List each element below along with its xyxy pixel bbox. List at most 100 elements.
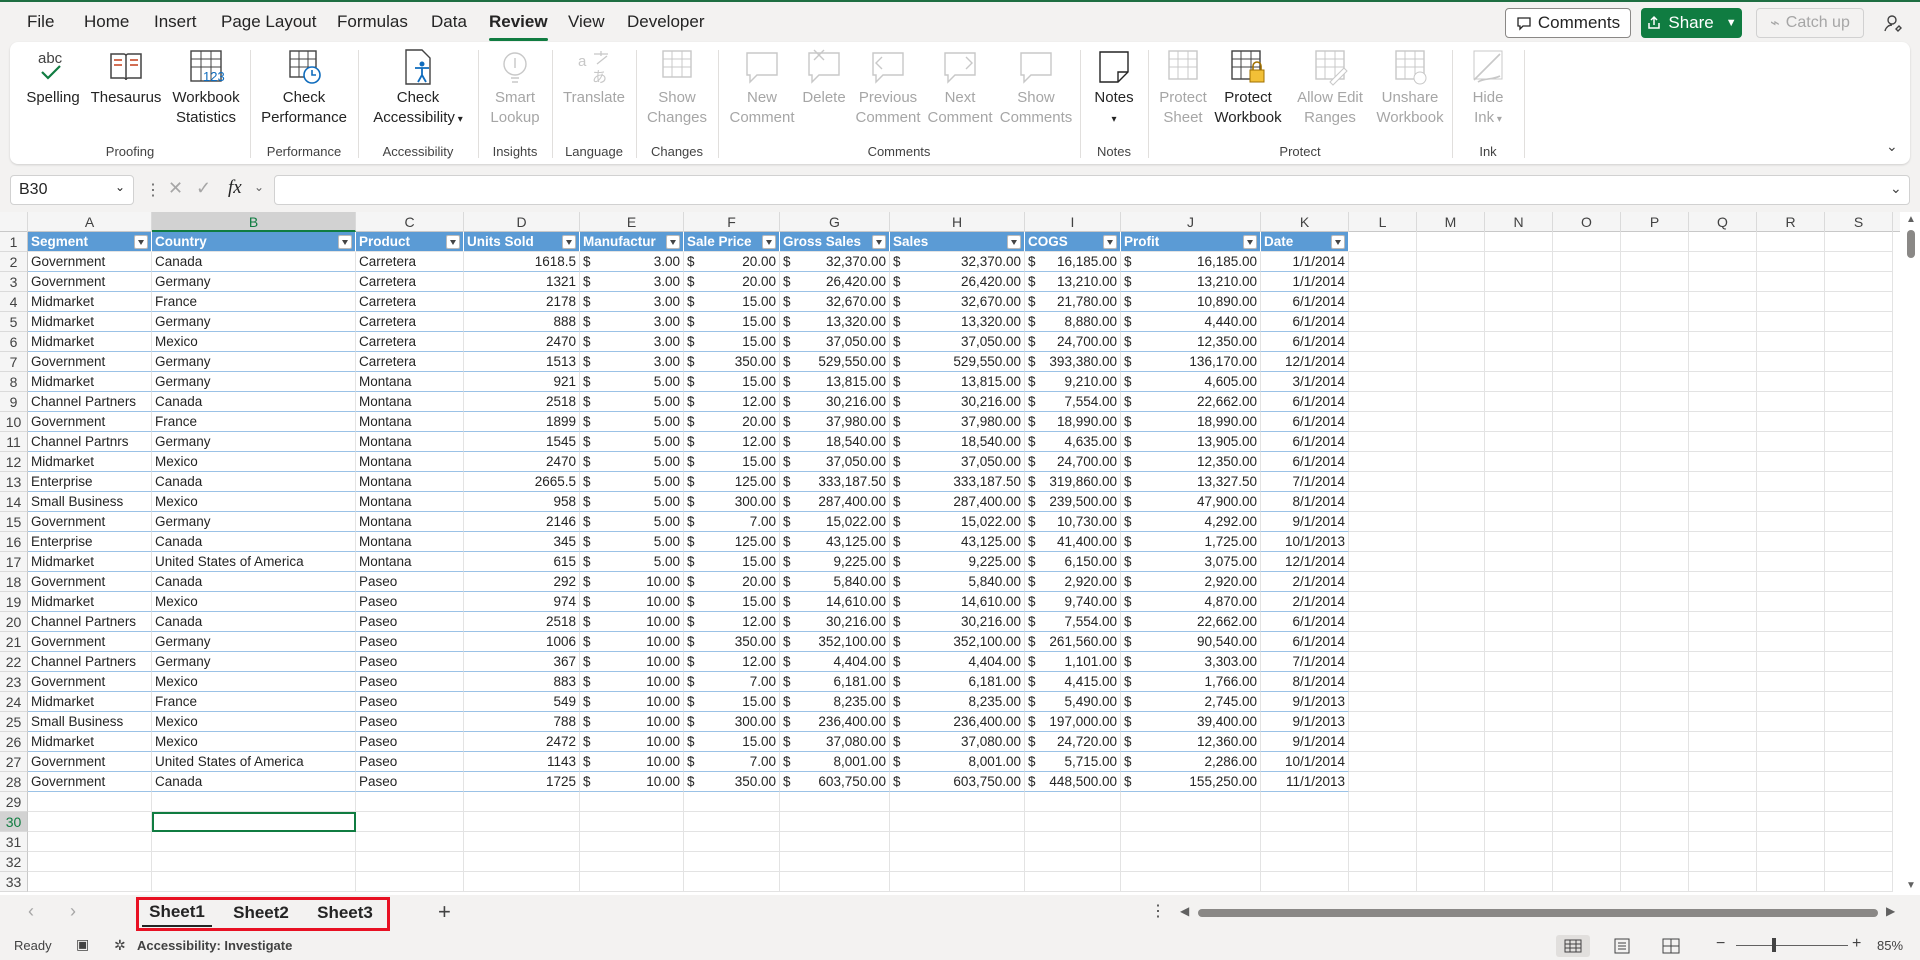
empty-cell[interactable] xyxy=(152,852,356,872)
tab-review[interactable]: Review xyxy=(489,12,548,41)
empty-cell[interactable] xyxy=(1553,752,1621,772)
empty-cell[interactable] xyxy=(1825,492,1893,512)
empty-cell[interactable] xyxy=(1825,632,1893,652)
hide-ink-button[interactable]: Hide Ink ▾ xyxy=(1456,48,1520,130)
row-header[interactable]: 16 xyxy=(0,532,28,552)
empty-cell[interactable] xyxy=(1757,512,1825,532)
empty-cell[interactable] xyxy=(1485,272,1553,292)
empty-cell[interactable] xyxy=(1417,292,1485,312)
empty-cell[interactable] xyxy=(890,872,1025,892)
row-header[interactable]: 17 xyxy=(0,552,28,572)
column-header-n[interactable]: N xyxy=(1485,212,1553,232)
empty-cell[interactable] xyxy=(1689,672,1757,692)
empty-cell[interactable] xyxy=(28,792,152,812)
scroll-up-icon[interactable]: ▲ xyxy=(1906,214,1916,225)
empty-cell[interactable] xyxy=(1689,332,1757,352)
person-icon[interactable] xyxy=(1878,8,1908,38)
empty-cell[interactable] xyxy=(1349,352,1417,372)
empty-cell[interactable] xyxy=(1485,532,1553,552)
empty-cell[interactable] xyxy=(1621,352,1689,372)
empty-cell[interactable] xyxy=(28,852,152,872)
empty-cell[interactable] xyxy=(1689,872,1757,892)
column-header-k[interactable]: K xyxy=(1261,212,1349,232)
empty-cell[interactable] xyxy=(1825,272,1893,292)
empty-cell[interactable] xyxy=(1689,472,1757,492)
empty-cell[interactable] xyxy=(1689,852,1757,872)
spelling-button[interactable]: abc Spelling xyxy=(24,48,82,108)
empty-cell[interactable] xyxy=(1825,772,1893,792)
empty-cell[interactable] xyxy=(1417,712,1485,732)
empty-cell[interactable] xyxy=(1485,752,1553,772)
empty-cell[interactable] xyxy=(1417,872,1485,892)
empty-cell[interactable] xyxy=(1689,372,1757,392)
empty-cell[interactable] xyxy=(1485,612,1553,632)
empty-cell[interactable] xyxy=(1757,612,1825,632)
empty-cell[interactable] xyxy=(1825,832,1893,852)
empty-cell[interactable] xyxy=(1485,672,1553,692)
empty-cell[interactable] xyxy=(1757,412,1825,432)
empty-cell[interactable] xyxy=(1757,592,1825,612)
empty-cell[interactable] xyxy=(1757,692,1825,712)
empty-cell[interactable] xyxy=(1757,532,1825,552)
tab-page-layout[interactable]: Page Layout xyxy=(221,12,316,32)
empty-cell[interactable] xyxy=(1621,292,1689,312)
horizontal-scroll-thumb[interactable] xyxy=(1198,909,1878,917)
empty-cell[interactable] xyxy=(1621,252,1689,272)
empty-cell[interactable] xyxy=(356,792,464,812)
unshare-workbook-button[interactable]: Unshare Workbook xyxy=(1372,48,1448,128)
empty-cell[interactable] xyxy=(1485,312,1553,332)
empty-cell[interactable] xyxy=(1553,372,1621,392)
empty-cell[interactable] xyxy=(1757,872,1825,892)
empty-cell[interactable] xyxy=(1349,592,1417,612)
empty-cell[interactable] xyxy=(1349,612,1417,632)
add-sheet-icon[interactable]: + xyxy=(438,899,451,925)
empty-cell[interactable] xyxy=(1621,712,1689,732)
empty-cell[interactable] xyxy=(1553,272,1621,292)
smart-lookup-button[interactable]: Smart Lookup xyxy=(482,48,548,128)
empty-cell[interactable] xyxy=(1485,652,1553,672)
expand-formula-icon[interactable]: ⌄ xyxy=(1890,180,1902,197)
select-all-corner[interactable] xyxy=(0,212,28,232)
empty-cell[interactable] xyxy=(1825,672,1893,692)
new-comment-button[interactable]: New Comment xyxy=(726,48,798,128)
empty-cell[interactable] xyxy=(1553,312,1621,332)
row-header[interactable]: 33 xyxy=(0,872,28,892)
empty-cell[interactable] xyxy=(1349,872,1417,892)
empty-cell[interactable] xyxy=(1621,272,1689,292)
empty-cell[interactable] xyxy=(1349,552,1417,572)
empty-cell[interactable] xyxy=(1689,272,1757,292)
row-header[interactable]: 27 xyxy=(0,752,28,772)
empty-cell[interactable] xyxy=(1553,232,1621,252)
empty-cell[interactable] xyxy=(1349,472,1417,492)
empty-cell[interactable] xyxy=(1349,292,1417,312)
empty-cell[interactable] xyxy=(1621,552,1689,572)
chevron-down-icon[interactable]: ⌄ xyxy=(254,180,264,194)
empty-cell[interactable] xyxy=(1689,632,1757,652)
empty-cell[interactable] xyxy=(356,852,464,872)
empty-cell[interactable] xyxy=(464,832,580,852)
empty-cell[interactable] xyxy=(1553,492,1621,512)
column-header-q[interactable]: Q xyxy=(1689,212,1757,232)
empty-cell[interactable] xyxy=(1485,292,1553,312)
translate-button[interactable]: aあ Translate xyxy=(556,48,632,108)
empty-cell[interactable] xyxy=(1553,832,1621,852)
empty-cell[interactable] xyxy=(1485,772,1553,792)
empty-cell[interactable] xyxy=(1261,852,1349,872)
row-header[interactable]: 26 xyxy=(0,732,28,752)
workbook-statistics-button[interactable]: 123 Workbook Statistics xyxy=(168,48,244,128)
row-header[interactable]: 3 xyxy=(0,272,28,292)
show-changes-button[interactable]: Show Changes xyxy=(642,48,712,128)
empty-cell[interactable] xyxy=(1689,512,1757,532)
empty-cell[interactable] xyxy=(1757,272,1825,292)
empty-cell[interactable] xyxy=(1621,812,1689,832)
empty-cell[interactable] xyxy=(1621,832,1689,852)
empty-cell[interactable] xyxy=(1689,792,1757,812)
row-header[interactable]: 12 xyxy=(0,452,28,472)
empty-cell[interactable] xyxy=(1261,832,1349,852)
empty-cell[interactable] xyxy=(1689,812,1757,832)
empty-cell[interactable] xyxy=(464,792,580,812)
empty-cell[interactable] xyxy=(1417,512,1485,532)
empty-cell[interactable] xyxy=(1757,552,1825,572)
empty-cell[interactable] xyxy=(1689,352,1757,372)
row-header[interactable]: 8 xyxy=(0,372,28,392)
